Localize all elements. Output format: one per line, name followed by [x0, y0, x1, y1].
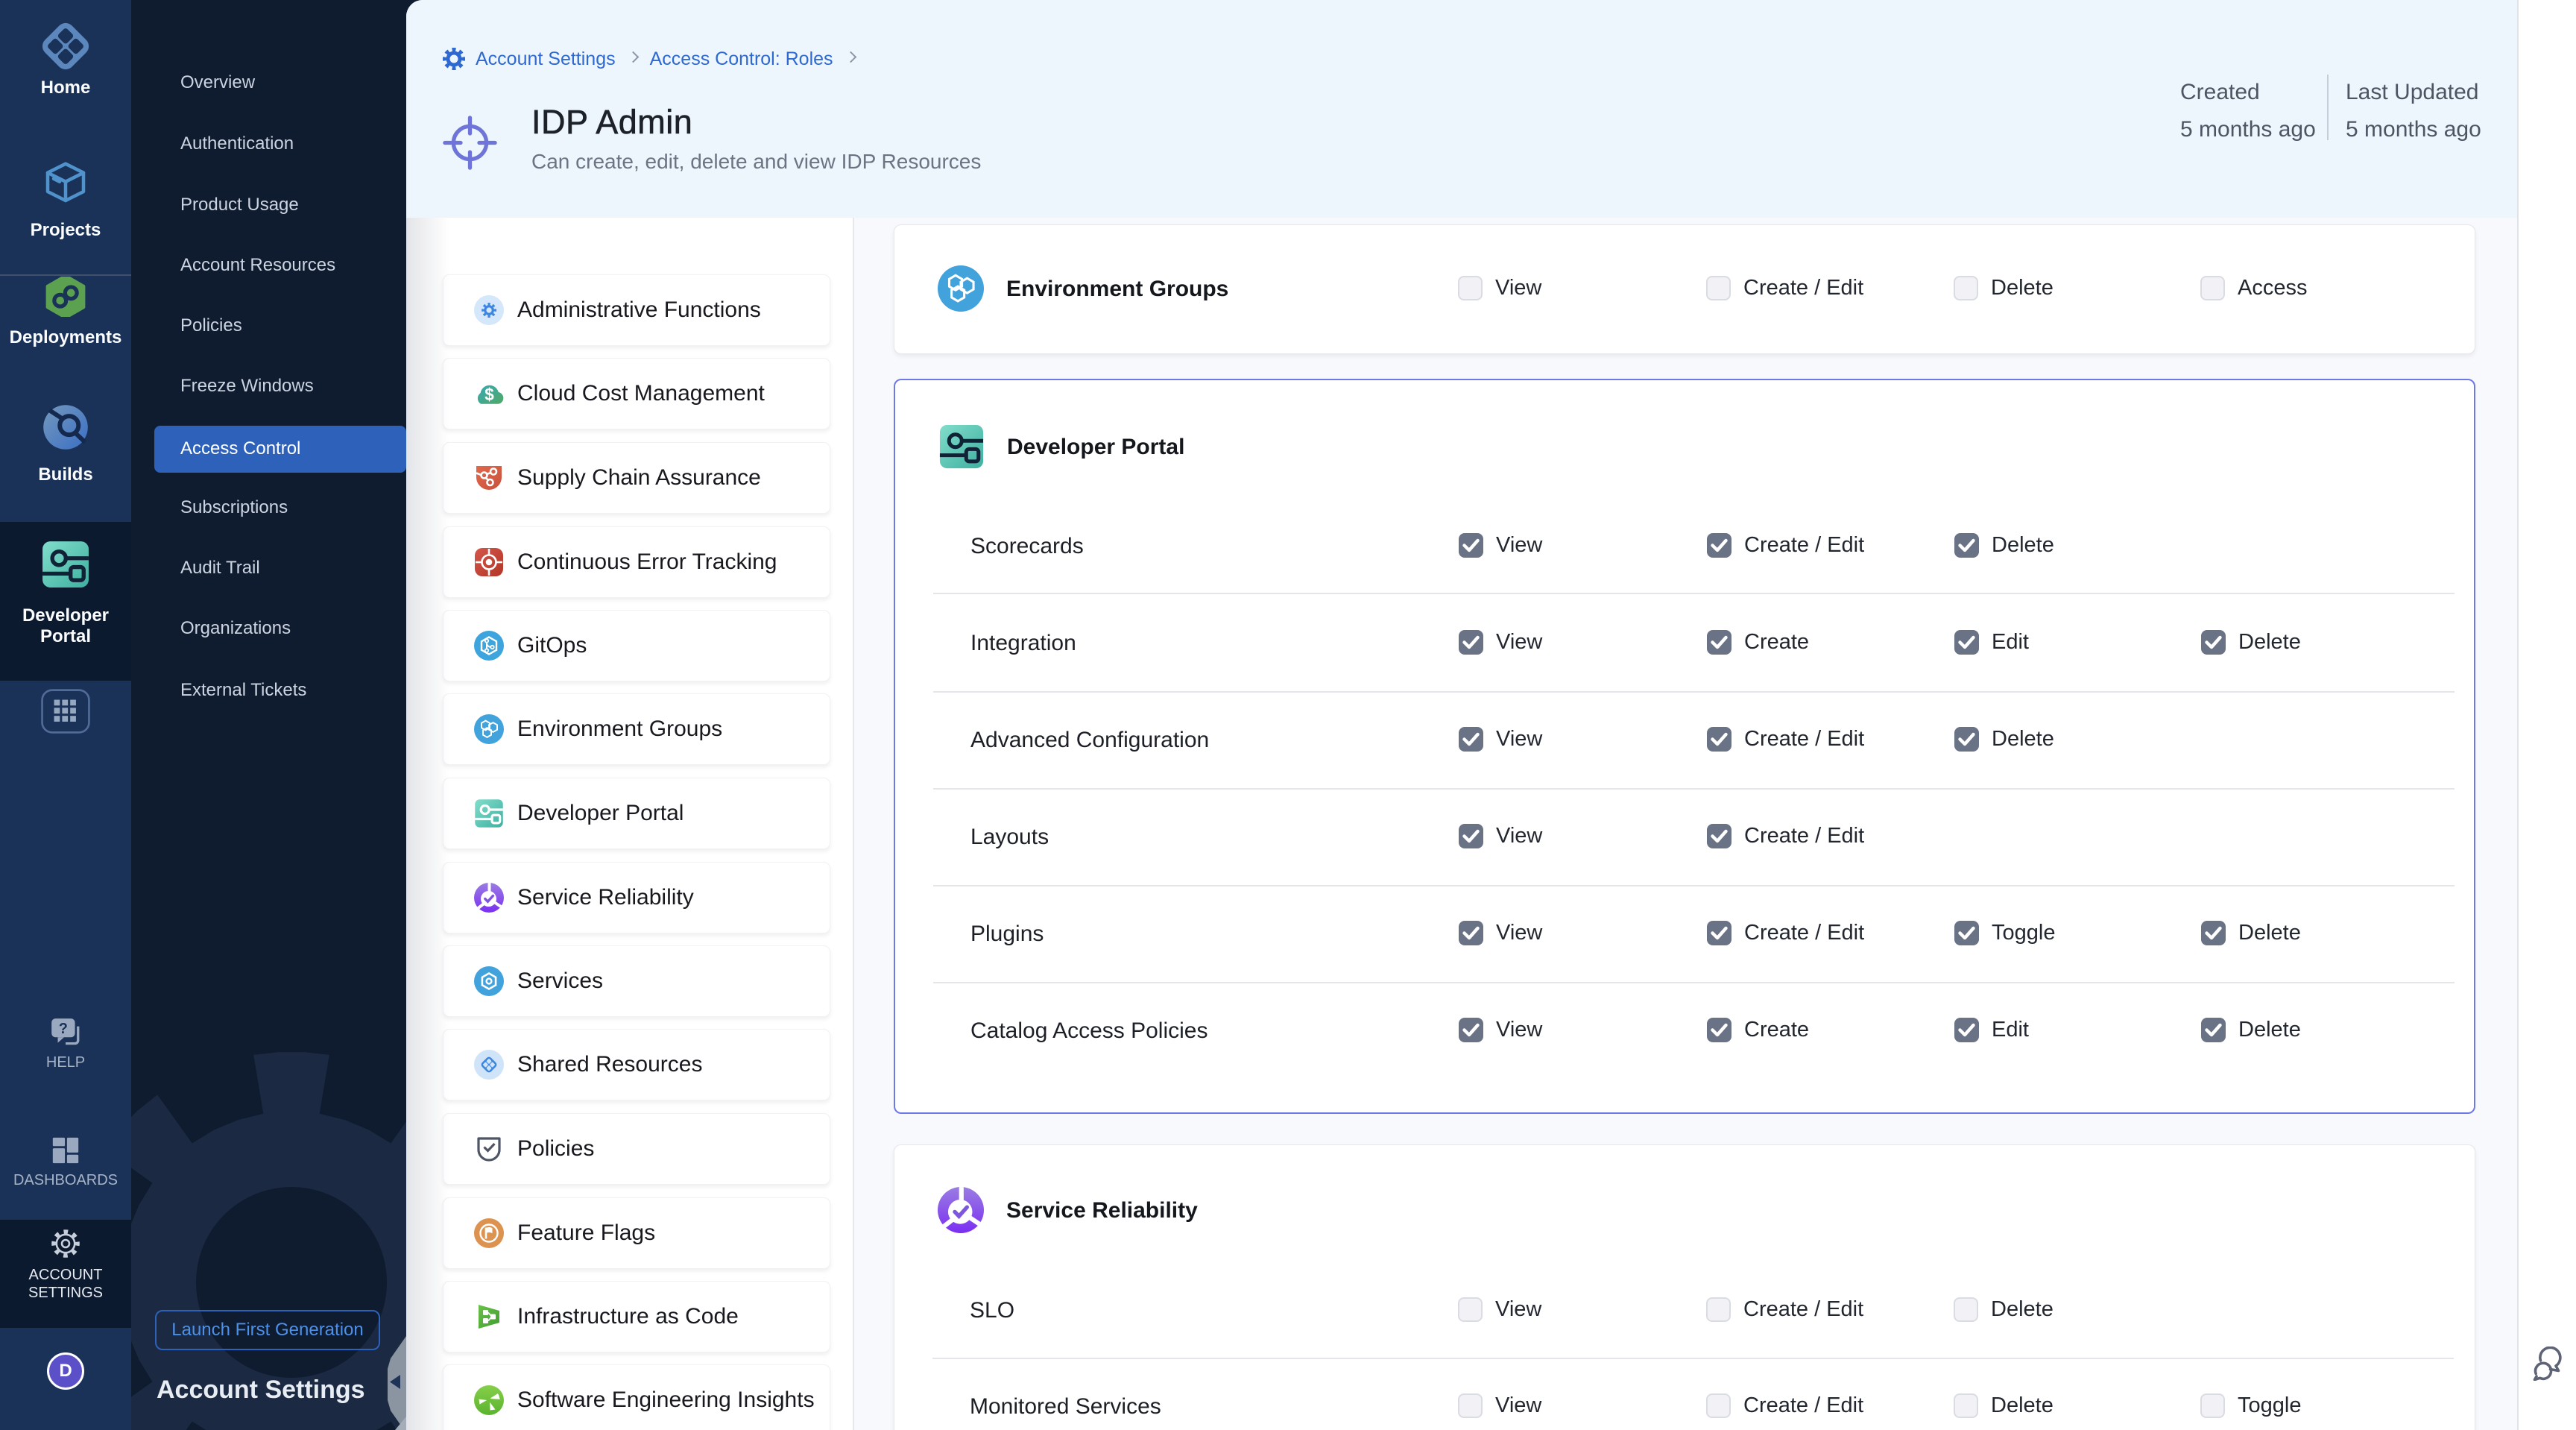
svg-text:?: ?: [59, 1021, 68, 1037]
svg-text:$: $: [484, 385, 494, 404]
